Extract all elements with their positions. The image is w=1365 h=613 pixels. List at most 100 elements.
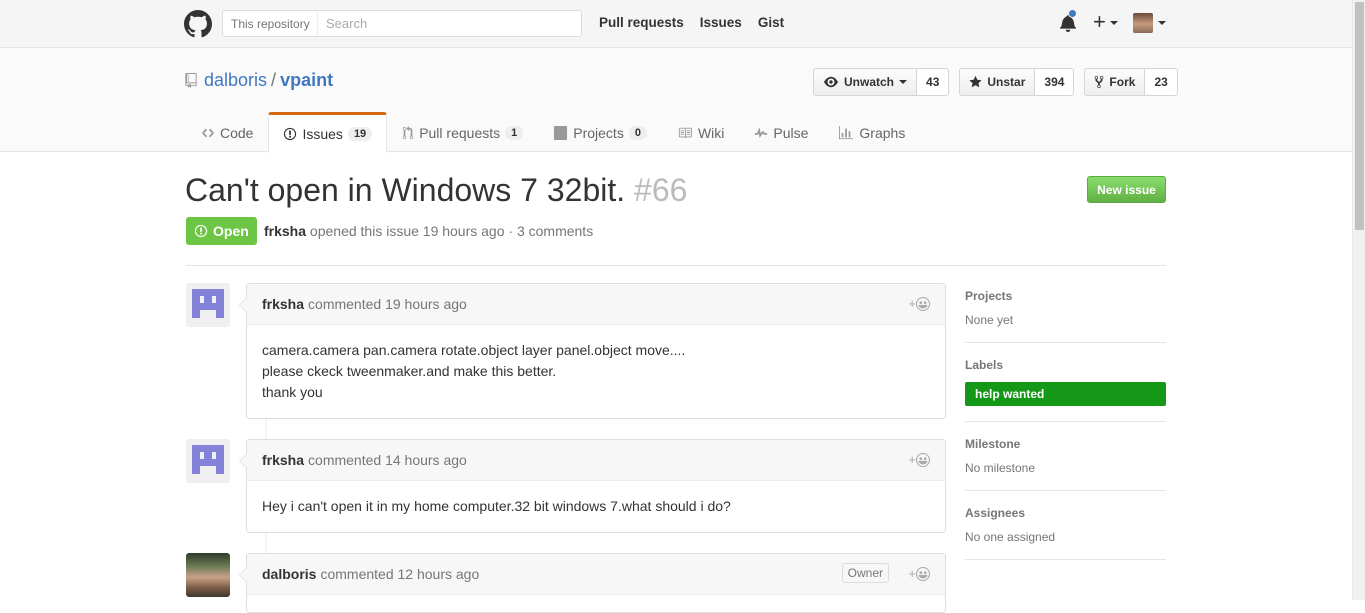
reaction-plus: + xyxy=(908,296,916,311)
search-input[interactable] xyxy=(318,11,578,36)
label-help-wanted[interactable]: help wanted xyxy=(965,382,1166,406)
avatar[interactable] xyxy=(186,439,230,483)
owner-badge: Owner xyxy=(841,563,889,583)
comment-line: thank you xyxy=(262,384,323,400)
unstar-label: Unstar xyxy=(987,75,1026,89)
pull-request-icon xyxy=(402,125,414,139)
comment-author-link[interactable]: frksha xyxy=(262,296,308,312)
star-group: Unstar 394 xyxy=(959,68,1075,96)
header-nav: Pull requests Issues Gist xyxy=(599,15,784,30)
sidebar-assignees[interactable]: Assignees No one assigned xyxy=(965,506,1166,560)
page-scrollbar[interactable] xyxy=(1352,0,1365,600)
sidebar-projects[interactable]: Projects None yet xyxy=(965,289,1166,343)
comment-time: commented 14 hours ago xyxy=(308,452,467,468)
issue-sidebar: Projects None yet Labels help wanted Mil… xyxy=(965,287,1166,575)
unwatch-label: Unwatch xyxy=(844,75,895,89)
nav-gist[interactable]: Gist xyxy=(758,15,784,30)
smiley-icon xyxy=(916,452,930,467)
reaction-plus: + xyxy=(908,452,916,467)
comment-time: commented 12 hours ago xyxy=(320,566,480,582)
repo-actions: Unwatch 43 Unstar 394 Fork 23 xyxy=(813,68,1178,96)
add-reaction-button[interactable]: + xyxy=(908,296,930,311)
new-issue-button[interactable]: New issue xyxy=(1087,176,1166,203)
issue-title: Can't open in Windows 7 32bit. #66 xyxy=(185,172,687,209)
avatar[interactable] xyxy=(186,283,230,327)
chevron-down-icon xyxy=(899,80,908,84)
nav-issues[interactable]: Issues xyxy=(700,15,742,30)
search-scope: This repository xyxy=(223,11,318,36)
scrollbar-thumb[interactable] xyxy=(1355,2,1364,230)
tab-graphs[interactable]: Graphs xyxy=(823,112,920,152)
sidebar-value: None yet xyxy=(965,313,1014,327)
repo-header: dalboris / vpaint Unwatch 43 Unstar 394 Fo… xyxy=(0,48,1352,153)
issue-title-text: Can't open in Windows 7 32bit. xyxy=(185,172,626,208)
watch-count[interactable]: 43 xyxy=(917,68,950,96)
fork-button[interactable]: Fork xyxy=(1084,68,1146,96)
tab-wiki[interactable]: Wiki xyxy=(662,112,739,152)
identicon-avatar xyxy=(186,439,230,483)
repo-nav: Code Issues 19 Pull requests 1 Projects … xyxy=(186,112,920,153)
comment-body: camera.camera pan.camera rotate.object l… xyxy=(247,325,945,418)
sidebar-value: No one assigned xyxy=(965,530,1056,544)
sidebar-heading: Milestone xyxy=(965,437,1021,451)
github-logo-icon[interactable] xyxy=(184,10,212,38)
issue-author-link[interactable]: frksha xyxy=(264,223,306,239)
tab-label: Issues xyxy=(302,126,343,142)
watch-group: Unwatch 43 xyxy=(813,68,950,96)
issue-opened-icon xyxy=(194,224,208,238)
avatar[interactable] xyxy=(186,553,230,597)
add-reaction-button[interactable]: + xyxy=(908,566,930,581)
issue-opened-text: opened this issue 19 hours ago · 3 comme… xyxy=(309,223,594,239)
eye-icon xyxy=(824,76,838,88)
issues-counter: 19 xyxy=(347,127,373,141)
graph-icon xyxy=(839,125,854,139)
sidebar-heading: Assignees xyxy=(965,506,1026,520)
pulse-icon xyxy=(755,126,768,138)
comment-time: commented 19 hours ago xyxy=(308,296,467,312)
tab-label: Wiki xyxy=(697,124,725,141)
comment-author-link[interactable]: frksha xyxy=(262,452,308,468)
unwatch-button[interactable]: Unwatch xyxy=(813,68,918,96)
unstar-button[interactable]: Unstar xyxy=(959,68,1036,96)
comment-header: frksha commented 19 hours ago + xyxy=(247,284,945,325)
path-separator: / xyxy=(271,70,277,90)
user-avatar[interactable] xyxy=(1133,13,1153,33)
chevron-down-icon xyxy=(1110,21,1118,25)
issue-opened-icon xyxy=(284,127,297,141)
star-count[interactable]: 394 xyxy=(1035,68,1075,96)
tab-label: Graphs xyxy=(859,124,906,141)
tab-pulse[interactable]: Pulse xyxy=(739,112,823,152)
comment: frksha commented 14 hours ago + Hey i ca… xyxy=(239,439,946,533)
comment-line: camera.camera pan.camera rotate.object l… xyxy=(262,342,686,358)
sidebar-milestone[interactable]: Milestone No milestone xyxy=(965,437,1166,491)
projects-counter: 0 xyxy=(628,125,647,140)
repo-owner-link[interactable]: dalboris xyxy=(204,70,267,90)
fork-icon xyxy=(1095,75,1104,89)
unread-indicator xyxy=(1068,9,1077,18)
smiley-icon xyxy=(916,566,930,581)
create-new-icon[interactable]: + xyxy=(1093,10,1106,34)
site-header: This repository Pull requests Issues Gis… xyxy=(0,0,1352,48)
add-reaction-button[interactable]: + xyxy=(908,452,930,467)
comment-body: Hey i can't open it in my home computer.… xyxy=(247,481,945,532)
tab-issues[interactable]: Issues 19 xyxy=(268,112,388,153)
sidebar-labels[interactable]: Labels help wanted xyxy=(965,358,1166,422)
smiley-icon xyxy=(916,296,930,311)
nav-pull-requests[interactable]: Pull requests xyxy=(599,15,684,30)
tab-label: Pulse xyxy=(773,124,809,141)
comment: dalboris commented 12 hours ago Owner + xyxy=(239,553,946,613)
comment-header: dalboris commented 12 hours ago Owner + xyxy=(247,554,945,595)
repo-name-link[interactable]: vpaint xyxy=(280,70,333,90)
tab-pull-requests[interactable]: Pull requests 1 xyxy=(387,112,538,152)
comment-author-link[interactable]: dalboris xyxy=(262,566,320,582)
sidebar-value: No milestone xyxy=(965,461,1036,475)
issue-state-badge: Open xyxy=(186,217,257,245)
reaction-plus: + xyxy=(908,566,916,581)
code-icon xyxy=(201,128,215,137)
divider xyxy=(186,265,1166,266)
fork-count[interactable]: 23 xyxy=(1145,68,1178,96)
sidebar-heading: Labels xyxy=(965,358,1004,372)
tab-projects[interactable]: Projects 0 xyxy=(538,112,662,152)
comment-line: please ckeck tweenmaker.and make this be… xyxy=(262,363,557,379)
tab-code[interactable]: Code xyxy=(186,112,268,152)
